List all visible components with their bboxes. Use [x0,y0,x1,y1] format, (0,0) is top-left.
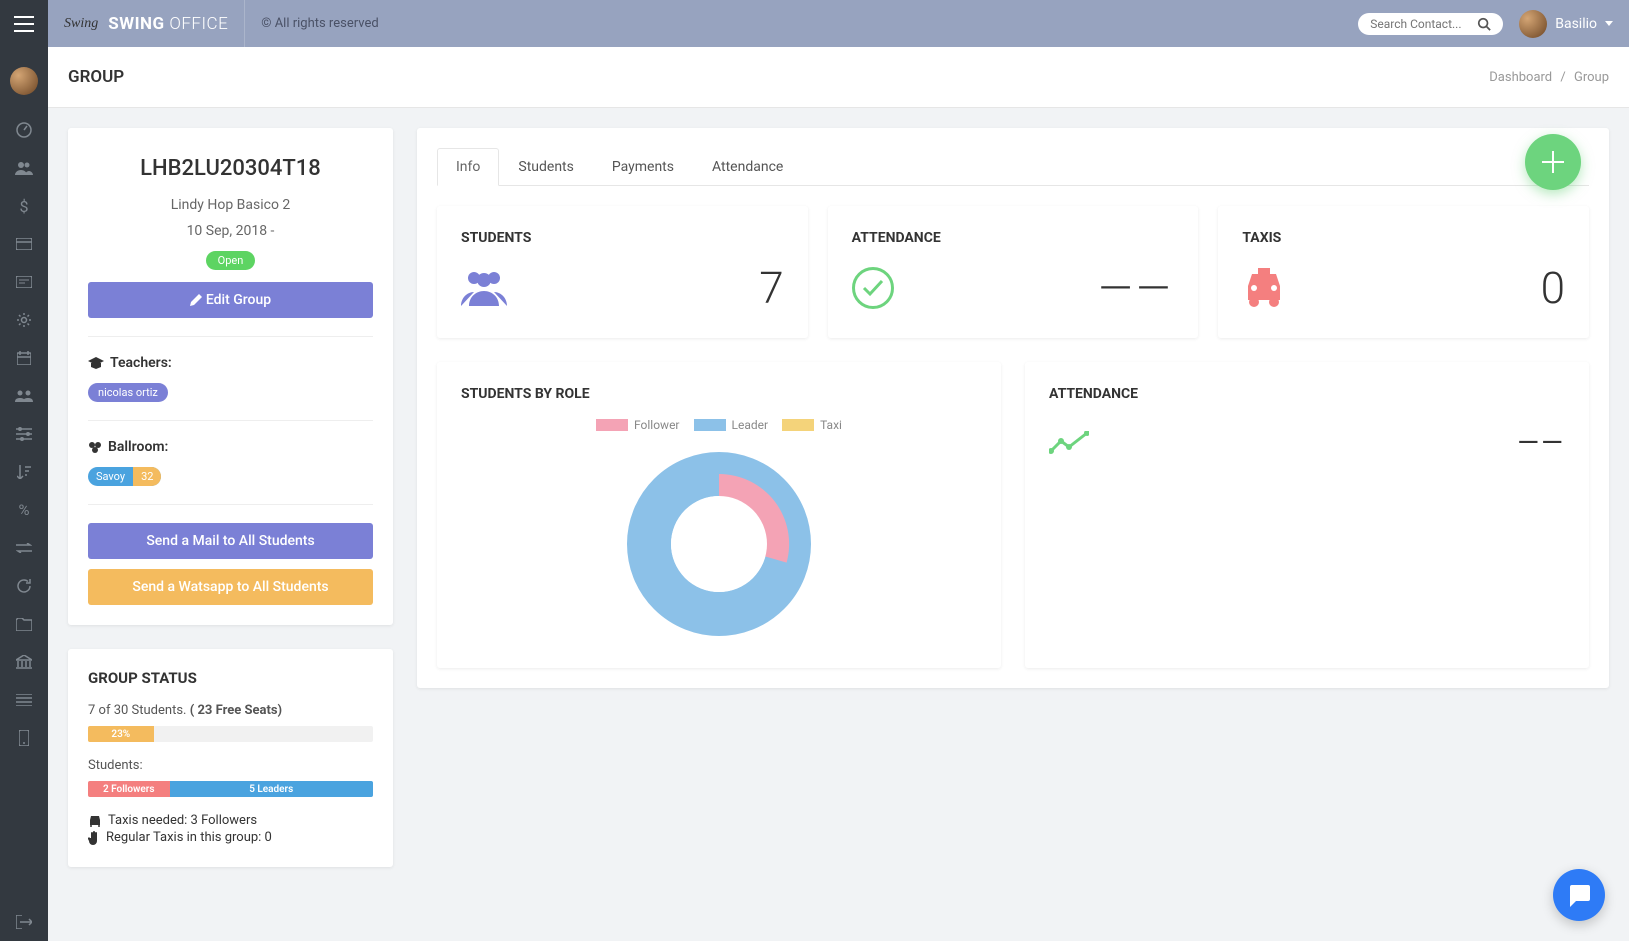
sidebar-bank[interactable] [0,643,48,681]
page-title: GROUP [68,67,124,87]
tab-payments[interactable]: Payments [593,148,693,185]
chat-icon [1566,883,1592,907]
donut-chart-icon [619,444,819,644]
rights-text: © All rights reserved [245,16,378,31]
breadcrumb-root[interactable]: Dashboard [1489,70,1552,85]
sidebar-cards[interactable] [0,225,48,263]
add-fab[interactable] [1525,134,1581,190]
sidebar-settings[interactable] [0,301,48,339]
seat-count-line: 7 of 30 Students. ( 23 Free Seats) [88,703,373,718]
stat-students-value: 7 [759,262,783,314]
group-status-title: GROUP STATUS [88,669,373,687]
page-header: GROUP Dashboard / Group [48,47,1629,108]
stat-attendance: ATTENDANCE —— [828,206,1199,338]
sidebar-list[interactable] [0,681,48,719]
status-badge: Open [206,251,256,270]
sidebar-sort[interactable] [0,453,48,491]
topbar: Swing SWING OFFICE © All rights reserved… [0,0,1629,47]
sidebar-groups[interactable] [0,377,48,415]
taxis-needed-line: Taxis needed: 3 Followers [88,813,373,828]
stat-attendance-value: —— [1098,262,1174,314]
sidebar-users[interactable] [0,149,48,187]
students-by-role-chart: STUDENTS BY ROLE Follower Leader Taxi [437,362,1001,668]
sidebar-percent[interactable]: % [0,491,48,529]
sidebar: $ % [0,47,48,941]
attendance-chart-value: —— [1517,426,1565,459]
search-box [1358,13,1503,35]
stat-taxis: TAXIS 0 [1218,206,1589,338]
sidebar-receipts[interactable] [0,263,48,301]
teacher-tag[interactable]: nicolas ortiz [88,383,168,402]
ballroom-tag[interactable]: Savoy 32 [88,467,161,486]
logo-script: Swing [64,16,98,32]
chevron-down-icon [1605,21,1613,26]
teachers-label: Teachers: [88,355,373,371]
search-input[interactable] [1370,17,1477,31]
tab-attendance[interactable]: Attendance [693,148,802,185]
tab-students[interactable]: Students [499,148,592,185]
graduation-cap-icon [88,357,104,369]
pencil-icon [190,294,202,306]
users-icon [461,270,507,306]
students-split-label: Students: [88,758,373,773]
sidebar-payments[interactable]: $ [0,187,48,225]
tabs: Info Students Payments Attendance [437,148,1589,186]
plus-icon [1542,151,1564,173]
search-button[interactable] [1477,17,1491,31]
trend-icon [1049,431,1089,455]
stat-students: STUDENTS 7 [437,206,808,338]
group-name: Lindy Hop Basico 2 [88,197,373,213]
user-name: Basilio [1555,16,1597,32]
group-code: LHB2LU20304T18 [88,148,373,181]
chat-fab[interactable] [1553,869,1605,921]
logo-text: SWING OFFICE [108,14,228,34]
stat-taxis-value: 0 [1541,262,1565,314]
ballroom-label: Ballroom: [88,439,373,455]
sidebar-logout[interactable] [0,903,48,941]
hand-icon [88,831,100,845]
taxi-icon [1242,268,1286,308]
sidebar-sliders[interactable] [0,415,48,453]
user-menu[interactable]: Basilio [1519,10,1613,38]
check-circle-icon [852,267,894,309]
user-avatar-icon [1519,10,1547,38]
tab-info[interactable]: Info [437,148,499,186]
brand-logo[interactable]: Swing SWING OFFICE [48,0,245,47]
sidebar-transfer[interactable] [0,529,48,567]
send-whatsapp-button[interactable]: Send a Watsapp to All Students [88,569,373,605]
sidebar-refresh[interactable] [0,567,48,605]
hamburger-menu[interactable] [0,0,48,47]
main-panel: Info Students Payments Attendance STUDEN… [417,128,1609,688]
building-icon [88,440,102,454]
breadcrumb-current[interactable]: Group [1574,70,1609,85]
group-date: 10 Sep, 2018 - [88,223,373,239]
role-split-bar: 2 Followers 5 Leaders [88,781,373,797]
sidebar-avatar[interactable] [10,67,38,95]
breadcrumb: Dashboard / Group [1489,70,1609,85]
edit-group-button[interactable]: Edit Group [88,282,373,318]
attendance-chart: ATTENDANCE —— [1025,362,1589,668]
chart-legend: Follower Leader Taxi [461,418,977,432]
send-mail-button[interactable]: Send a Mail to All Students [88,523,373,559]
sidebar-mobile[interactable] [0,719,48,757]
group-status-card: GROUP STATUS 7 of 30 Students. ( 23 Free… [68,649,393,867]
sidebar-folder[interactable] [0,605,48,643]
occupancy-progress: 23% [88,726,373,742]
car-icon [88,815,102,827]
sidebar-dashboard[interactable] [0,111,48,149]
group-info-card: LHB2LU20304T18 Lindy Hop Basico 2 10 Sep… [68,128,393,625]
regular-taxis-line: Regular Taxis in this group: 0 [88,830,373,845]
sidebar-calendar[interactable] [0,339,48,377]
